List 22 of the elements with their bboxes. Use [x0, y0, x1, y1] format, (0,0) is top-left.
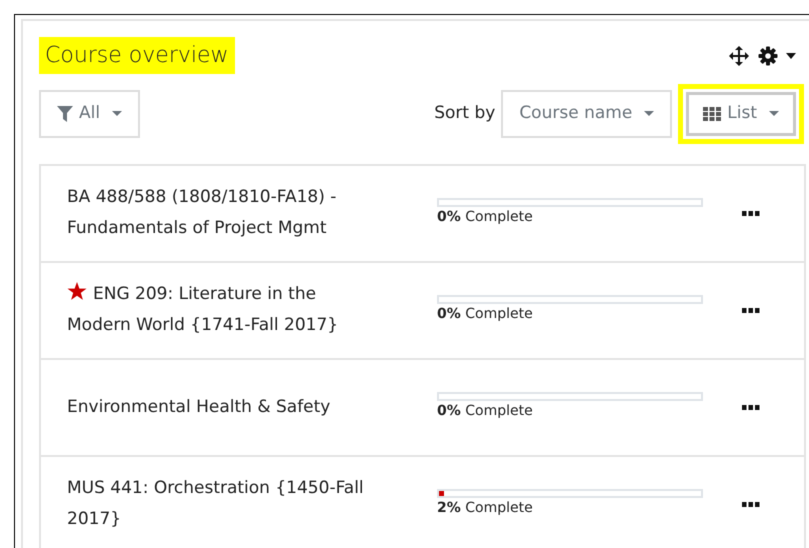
more-icon[interactable] [742, 308, 760, 312]
caret-icon[interactable] [786, 52, 796, 58]
view-dropdown[interactable]: List [678, 84, 804, 144]
filter-button[interactable]: All [39, 90, 140, 138]
more-icon[interactable] [742, 502, 760, 506]
more-icon[interactable] [742, 210, 760, 216]
progress-text: 0% Complete [437, 305, 534, 324]
filter-icon [57, 106, 73, 122]
settings-icon[interactable] [758, 46, 778, 66]
progress-text: 0% Complete [437, 402, 534, 421]
sort-dropdown[interactable]: Course name [501, 90, 672, 138]
course-name[interactable]: BA 488/588 (1808/1810-FA18) - Fundamentals of Project Mgmt [67, 182, 385, 244]
progress-text: 2% Complete [437, 499, 534, 518]
block-title: Course overview [39, 37, 235, 74]
sort-label: Sort by [434, 102, 496, 125]
grid-icon [703, 106, 722, 121]
course-name[interactable]: MUS 441: Orchestration {1450-Fall 2017} [67, 473, 385, 535]
course-name[interactable]: ENG 209: Literature in the Modern World {1741-Fall 2017} [67, 279, 385, 341]
more-icon[interactable] [742, 404, 760, 410]
move-icon[interactable] [728, 44, 750, 66]
course-name[interactable]: Environmental Health & Safety [67, 392, 385, 422]
progress-text: 0% Complete [437, 208, 534, 227]
